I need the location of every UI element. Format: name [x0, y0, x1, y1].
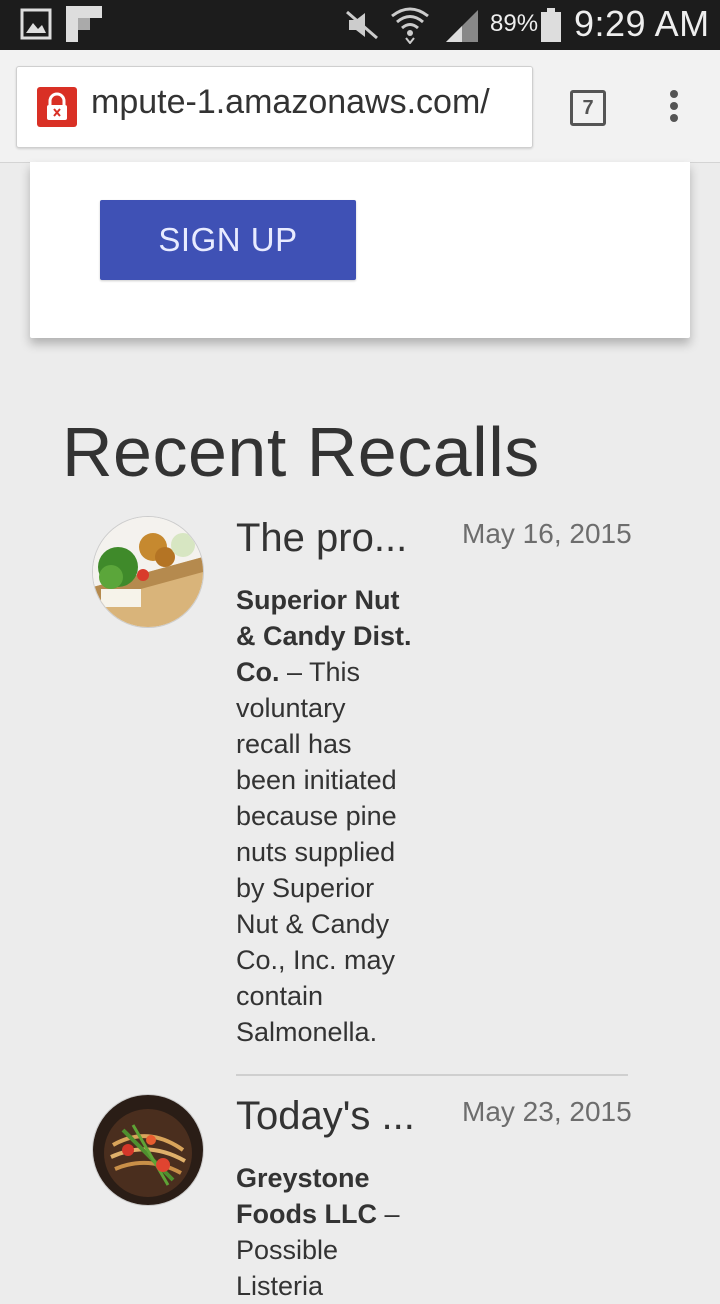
recall-thumbnail[interactable]: [92, 516, 204, 628]
food-noodles-image: [93, 1095, 203, 1205]
url-fade: [492, 67, 532, 147]
signup-card: SIGN UP: [30, 162, 690, 338]
recall-item[interactable]: The pro... May 16, 2015 Superior Nut & C…: [92, 516, 632, 1056]
battery-icon: [541, 8, 561, 42]
food-bento-image: [93, 517, 203, 627]
divider: [236, 1074, 628, 1076]
tab-switcher-button[interactable]: 7: [570, 90, 606, 126]
overflow-menu-icon[interactable]: [662, 86, 686, 126]
status-bar: 89% 9:29 AM: [0, 0, 720, 50]
menu-dot: [670, 90, 678, 98]
recall-title[interactable]: Today's ...: [236, 1094, 426, 1139]
wifi-icon: [391, 7, 429, 44]
recall-description: Greystone Foods LLC – Possible Listeria: [236, 1160, 416, 1304]
recall-title[interactable]: The pro...: [236, 516, 426, 561]
battery-percent: 89%: [490, 10, 539, 37]
mute-icon: [346, 10, 378, 40]
recall-summary: This voluntary recall has been initiated…: [236, 657, 397, 1047]
menu-dot: [670, 114, 678, 122]
section-title: Recent Recalls: [62, 413, 540, 491]
recall-date: May 23, 2015: [462, 1096, 632, 1127]
recall-summary: Possible Listeria: [236, 1235, 339, 1301]
recall-thumbnail[interactable]: [92, 1094, 204, 1206]
clock: 9:29 AM: [574, 3, 710, 44]
recall-item[interactable]: Today's ... May 23, 2015 Greystone Foods…: [92, 1094, 632, 1301]
gallery-icon: [20, 8, 52, 40]
menu-dot: [670, 102, 678, 110]
browser-toolbar: mpute-1.amazonaws.com/ 7: [0, 50, 720, 163]
signal-icon: [446, 10, 478, 42]
url-text[interactable]: mpute-1.amazonaws.com/: [91, 83, 521, 129]
address-bar[interactable]: mpute-1.amazonaws.com/: [16, 66, 533, 148]
recall-separator: –: [279, 657, 310, 687]
recall-date: May 16, 2015: [462, 518, 632, 549]
recall-description: Superior Nut & Candy Dist. Co. – This vo…: [236, 582, 416, 1050]
recall-separator: –: [376, 1199, 400, 1229]
flipboard-icon: [66, 6, 102, 42]
recall-company: Greystone Foods LLC: [236, 1163, 377, 1229]
insecure-lock-icon[interactable]: [37, 87, 77, 127]
sign-up-button[interactable]: SIGN UP: [100, 200, 356, 280]
